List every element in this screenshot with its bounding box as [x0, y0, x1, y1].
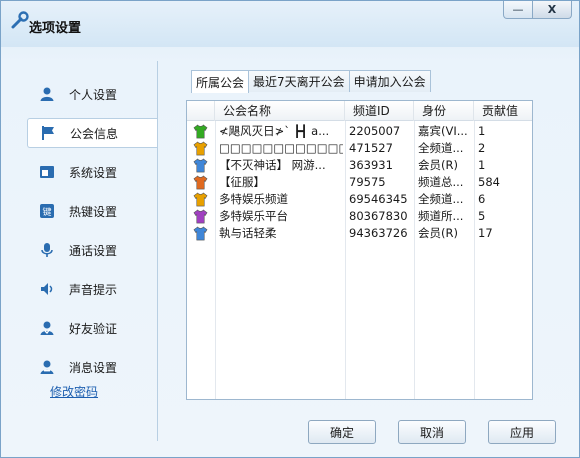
close-button[interactable]: X — [532, 1, 572, 19]
minimize-button[interactable]: — — [503, 1, 533, 19]
sidebar-item-label: 热键设置 — [69, 204, 118, 219]
channel-id: 79575 — [349, 175, 386, 189]
person-icon — [37, 84, 57, 104]
key-icon: 键 — [37, 201, 57, 221]
wrench-icon — [11, 11, 29, 29]
shield-person-icon — [37, 318, 57, 338]
guild-name: 【征服】 — [219, 175, 265, 189]
settings-sidebar: 个人设置 公会信息 系统设置 键 热键设置 通话设置 声音提示 好友验证 消息设… — [15, 59, 158, 449]
person-message-icon — [37, 357, 57, 377]
contribution-points: 5 — [478, 209, 486, 223]
guild-shirt-icon — [193, 192, 208, 207]
sidebar-item-friend-verify[interactable]: 好友验证 — [27, 313, 167, 343]
sidebar-item-label: 通话设置 — [69, 243, 118, 258]
column-header-name[interactable]: 公会名称 — [215, 101, 345, 121]
tab-my-guilds[interactable]: 所属公会 — [191, 70, 250, 93]
sidebar-item-label: 公会信息 — [70, 126, 119, 141]
sidebar-item-label: 声音提示 — [69, 282, 118, 297]
sidebar-item-label: 系统设置 — [69, 165, 118, 180]
contribution-points: 2 — [478, 141, 486, 155]
member-role: 频道总... — [418, 175, 464, 189]
panel-divider — [157, 61, 158, 441]
sidebar-item-call[interactable]: 通话设置 — [27, 235, 167, 265]
table-row[interactable]: ≮飓风灭日≯` ┣┫ a... 2205007 嘉宾(VI... 1 — [187, 123, 532, 140]
channel-id: 363931 — [349, 158, 393, 172]
table-row[interactable]: 【不灭神话】 网游... 363931 会员(R) 1 — [187, 157, 532, 174]
guild-name: 多特娱乐频道 — [219, 192, 288, 206]
guild-name: 執与话轻柔 — [219, 226, 277, 240]
guild-list[interactable]: 公会名称 频道ID 身份 贡献值 ≮飓风灭日≯` ┣┫ a... 2205007 嘉… — [186, 100, 533, 400]
member-role: 会员(R) — [418, 158, 458, 172]
guild-shirt-icon — [193, 226, 208, 241]
title-bar[interactable]: 选项设置 — X — [1, 1, 579, 47]
guild-shirt-icon — [193, 175, 208, 190]
ok-button[interactable]: 确定 — [308, 420, 376, 444]
contribution-points: 584 — [478, 175, 500, 189]
change-password-link[interactable]: 修改密码 — [50, 383, 98, 400]
contribution-points: 6 — [478, 192, 486, 206]
contribution-points: 17 — [478, 226, 493, 240]
channel-id: 94363726 — [349, 226, 408, 240]
channel-id: 471527 — [349, 141, 393, 155]
column-header-channel-id[interactable]: 频道ID — [345, 101, 414, 121]
tab-left-recently[interactable]: 最近7天离开公会 — [248, 70, 350, 92]
apply-button[interactable]: 应用 — [488, 420, 556, 444]
cancel-button[interactable]: 取消 — [398, 420, 466, 444]
channel-id: 80367830 — [349, 209, 408, 223]
table-row[interactable]: 多特娱乐频道 69546345 全频道... 6 — [187, 191, 532, 208]
guild-shirt-icon — [193, 209, 208, 224]
channel-id: 2205007 — [349, 124, 401, 138]
guild-shirt-icon — [193, 124, 208, 139]
contribution-points: 1 — [478, 124, 486, 138]
icon-column-header — [187, 101, 215, 121]
window-icon — [37, 162, 57, 182]
sidebar-item-label: 好友验证 — [69, 321, 118, 336]
flag-icon — [38, 123, 58, 143]
sidebar-item-guild[interactable]: 公会信息 — [27, 118, 158, 148]
speaker-icon — [37, 279, 57, 299]
member-role: 频道所... — [418, 209, 464, 223]
svg-text:键: 键 — [42, 206, 51, 218]
sidebar-item-message[interactable]: 消息设置 — [27, 352, 167, 382]
guild-shirt-icon — [193, 141, 208, 156]
table-row[interactable]: 【征服】 79575 频道总... 584 — [187, 174, 532, 191]
options-window: 选项设置 — X 个人设置 公会信息 系统设置 键 热键设置 通话设置 声音提示… — [0, 0, 580, 458]
member-role: 全频道... — [418, 141, 464, 155]
microphone-icon — [37, 240, 57, 260]
table-row[interactable]: 多特娱乐平台 80367830 频道所... 5 — [187, 208, 532, 225]
list-header: 公会名称 频道ID 身份 贡献值 — [187, 101, 532, 121]
sidebar-item-label: 消息设置 — [69, 360, 118, 375]
channel-id: 69546345 — [349, 192, 408, 206]
member-role: 会员(R) — [418, 226, 458, 240]
guild-tabs: 所属公会 最近7天离开公会 申请加入公会 — [191, 70, 431, 93]
table-row[interactable]: 執与话轻柔 94363726 会员(R) 17 — [187, 225, 532, 242]
column-header-role[interactable]: 身份 — [414, 101, 474, 121]
guild-shirt-icon — [193, 158, 208, 173]
sidebar-item-personal[interactable]: 个人设置 — [27, 79, 167, 109]
tab-apply-join[interactable]: 申请加入公会 — [348, 70, 431, 92]
guild-name: ≮飓风灭日≯` ┣┫ a... — [219, 124, 330, 138]
guild-name: 多特娱乐平台 — [219, 209, 288, 223]
sidebar-item-hotkey[interactable]: 键 热键设置 — [27, 196, 167, 226]
sidebar-item-sound[interactable]: 声音提示 — [27, 274, 167, 304]
member-role: 嘉宾(VI... — [418, 124, 468, 138]
sidebar-item-label: 个人设置 — [69, 87, 118, 102]
guild-name: 【不灭神话】 网游... — [219, 158, 326, 172]
column-header-points[interactable]: 贡献值 — [474, 101, 532, 121]
contribution-points: 1 — [478, 158, 486, 172]
guild-name: □□□□□□□□□□□□□... — [219, 141, 343, 155]
window-title: 选项设置 — [29, 21, 82, 36]
sidebar-item-system[interactable]: 系统设置 — [27, 157, 167, 187]
member-role: 全频道... — [418, 192, 464, 206]
table-row[interactable]: □□□□□□□□□□□□□... 471527 全频道... 2 — [187, 140, 532, 157]
